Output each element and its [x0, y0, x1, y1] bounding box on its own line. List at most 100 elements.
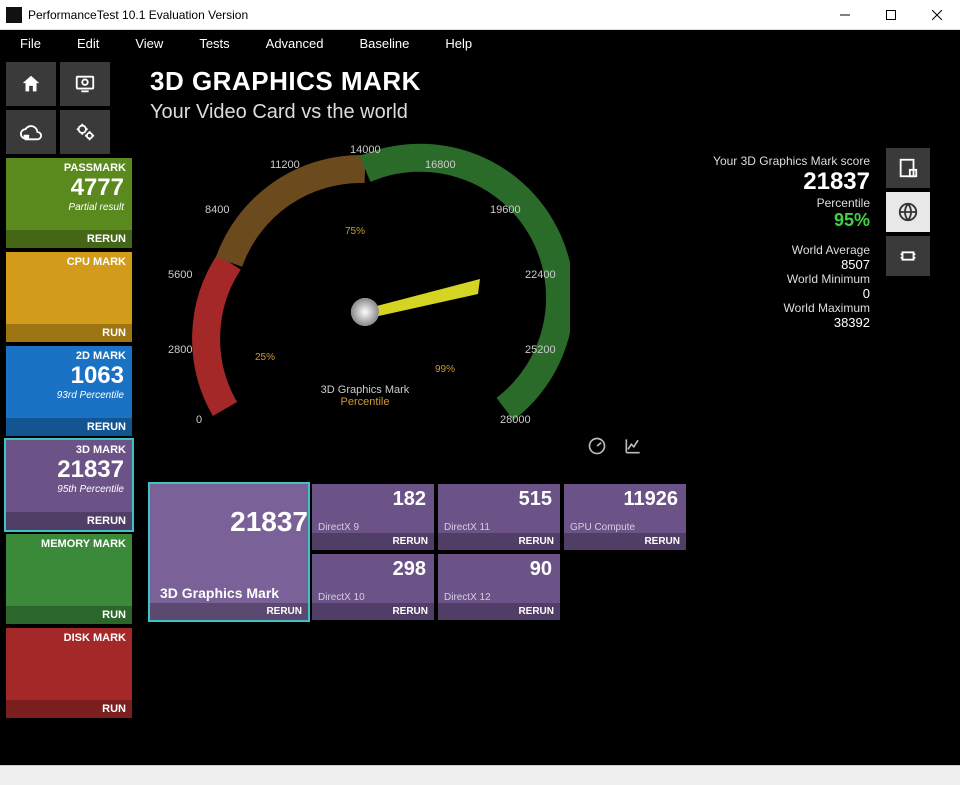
world-compare-button[interactable] [886, 192, 930, 232]
result-score: 21837 [150, 484, 308, 538]
min-label: World Minimum [713, 272, 870, 286]
tile-passmark[interactable]: PASSMARK 4777 Partial result RERUN [6, 158, 132, 248]
home-button[interactable] [6, 62, 56, 106]
status-bar [0, 765, 960, 785]
result-label: DirectX 10 [312, 592, 434, 603]
page-title: 3D GRAPHICS MARK [150, 66, 942, 97]
results-row: 21837 3D Graphics Mark RERUN 182 DirectX… [150, 484, 942, 620]
result-main[interactable]: 21837 3D Graphics Mark RERUN [150, 484, 308, 620]
result-score: 90 [438, 554, 560, 581]
result-label: DirectX 11 [438, 522, 560, 533]
result-dx10[interactable]: 298 DirectX 10 RERUN [312, 554, 434, 620]
score-value: 21837 [713, 168, 870, 196]
system-info-button[interactable] [60, 62, 110, 106]
tile-sub: 93rd Percentile [6, 390, 132, 401]
tile-action[interactable]: RUN [6, 700, 132, 718]
result-action[interactable]: RERUN [438, 603, 560, 620]
tick-0: 0 [196, 414, 202, 426]
result-score: 182 [312, 484, 434, 511]
chip-button[interactable] [886, 236, 930, 276]
tile-action[interactable]: RERUN [6, 418, 132, 436]
menu-view[interactable]: View [117, 30, 181, 56]
pct-99: 99% [435, 364, 455, 375]
result-dx11[interactable]: 515 DirectX 11 RERUN [438, 484, 560, 550]
title-bar: PerformanceTest 10.1 Evaluation Version [0, 0, 960, 30]
result-label: 3D Graphics Mark [150, 585, 308, 603]
tile-label: DISK MARK [6, 628, 132, 644]
tile-disk[interactable]: DISK MARK RUN [6, 628, 132, 718]
tile-action[interactable]: RERUN [6, 512, 132, 530]
tile-2d[interactable]: 2D MARK 1063 93rd Percentile RERUN [6, 346, 132, 436]
pct-25: 25% [255, 352, 275, 363]
tile-label: 3D MARK [6, 440, 132, 456]
tile-action[interactable]: RUN [6, 606, 132, 624]
result-score: 11926 [564, 484, 686, 511]
tile-memory[interactable]: MEMORY MARK RUN [6, 534, 132, 624]
menu-baseline[interactable]: Baseline [341, 30, 427, 56]
tile-score: 4777 [6, 174, 132, 202]
menu-edit[interactable]: Edit [59, 30, 117, 56]
tick-1: 2800 [168, 344, 192, 356]
tile-label: CPU MARK [6, 252, 132, 268]
result-action[interactable]: RERUN [150, 603, 308, 620]
app-icon [6, 7, 22, 23]
tick-8: 22400 [525, 269, 556, 281]
result-score: 515 [438, 484, 560, 511]
tile-label: 2D MARK [6, 346, 132, 362]
sidebar: PASSMARK 4777 Partial result RERUN CPU M… [0, 56, 132, 765]
tile-action[interactable]: RUN [6, 324, 132, 342]
tick-7: 19600 [490, 204, 521, 216]
content: 3D GRAPHICS MARK Your Video Card vs the … [132, 56, 960, 765]
tile-3d[interactable]: 3D MARK 21837 95th Percentile RERUN [6, 440, 132, 530]
gauge-view-button[interactable] [585, 434, 609, 458]
menu-help[interactable]: Help [427, 30, 490, 56]
score-label: Your 3D Graphics Mark score [713, 154, 870, 168]
max-value: 38392 [713, 315, 870, 330]
close-button[interactable] [914, 0, 960, 30]
gauge-center-label: 3D Graphics Mark Percentile [305, 384, 425, 408]
menu-file[interactable]: File [2, 30, 59, 56]
pct-value: 95% [713, 210, 870, 231]
result-dx9[interactable]: 182 DirectX 9 RERUN [312, 484, 434, 550]
save-baseline-button[interactable] [886, 148, 930, 188]
page-subtitle: Your Video Card vs the world [150, 101, 942, 124]
minimize-button[interactable] [822, 0, 868, 30]
tick-9: 25200 [525, 344, 556, 356]
avg-value: 8507 [713, 257, 870, 272]
tile-label: PASSMARK [6, 158, 132, 174]
tile-score: 1063 [6, 362, 132, 390]
result-action[interactable]: RERUN [312, 603, 434, 620]
result-action[interactable]: RERUN [312, 533, 434, 550]
tick-5: 14000 [350, 144, 381, 156]
tick-2: 5600 [168, 269, 192, 281]
tile-action[interactable]: RERUN [6, 230, 132, 248]
gauge: 0 2800 5600 8400 11200 14000 16800 19600… [150, 134, 942, 444]
tile-cpu[interactable]: CPU MARK RUN [6, 252, 132, 342]
settings-button[interactable] [60, 110, 110, 154]
tick-4: 11200 [270, 159, 300, 171]
tick-10: 28000 [500, 414, 531, 426]
result-action[interactable]: RERUN [564, 533, 686, 550]
result-label: DirectX 12 [438, 592, 560, 603]
upload-button[interactable] [6, 110, 56, 154]
max-label: World Maximum [713, 301, 870, 315]
tile-label: MEMORY MARK [6, 534, 132, 550]
chart-view-button[interactable] [621, 434, 645, 458]
result-action[interactable]: RERUN [438, 533, 560, 550]
avg-label: World Average [713, 243, 870, 257]
menu-advanced[interactable]: Advanced [248, 30, 342, 56]
tile-score: 21837 [6, 456, 132, 484]
tile-sub: 95th Percentile [6, 484, 132, 495]
result-dx12[interactable]: 90 DirectX 12 RERUN [438, 554, 560, 620]
pct-75: 75% [345, 226, 365, 237]
result-gpu-compute[interactable]: 11926 GPU Compute RERUN [564, 484, 686, 550]
result-label: DirectX 9 [312, 522, 434, 533]
menu-tests[interactable]: Tests [181, 30, 247, 56]
tile-sub: Partial result [6, 202, 132, 213]
maximize-button[interactable] [868, 0, 914, 30]
result-label: GPU Compute [564, 522, 686, 533]
pct-label: Percentile [713, 196, 870, 210]
tick-6: 16800 [425, 159, 456, 171]
min-value: 0 [713, 286, 870, 301]
menu-bar: File Edit View Tests Advanced Baseline H… [0, 30, 960, 56]
